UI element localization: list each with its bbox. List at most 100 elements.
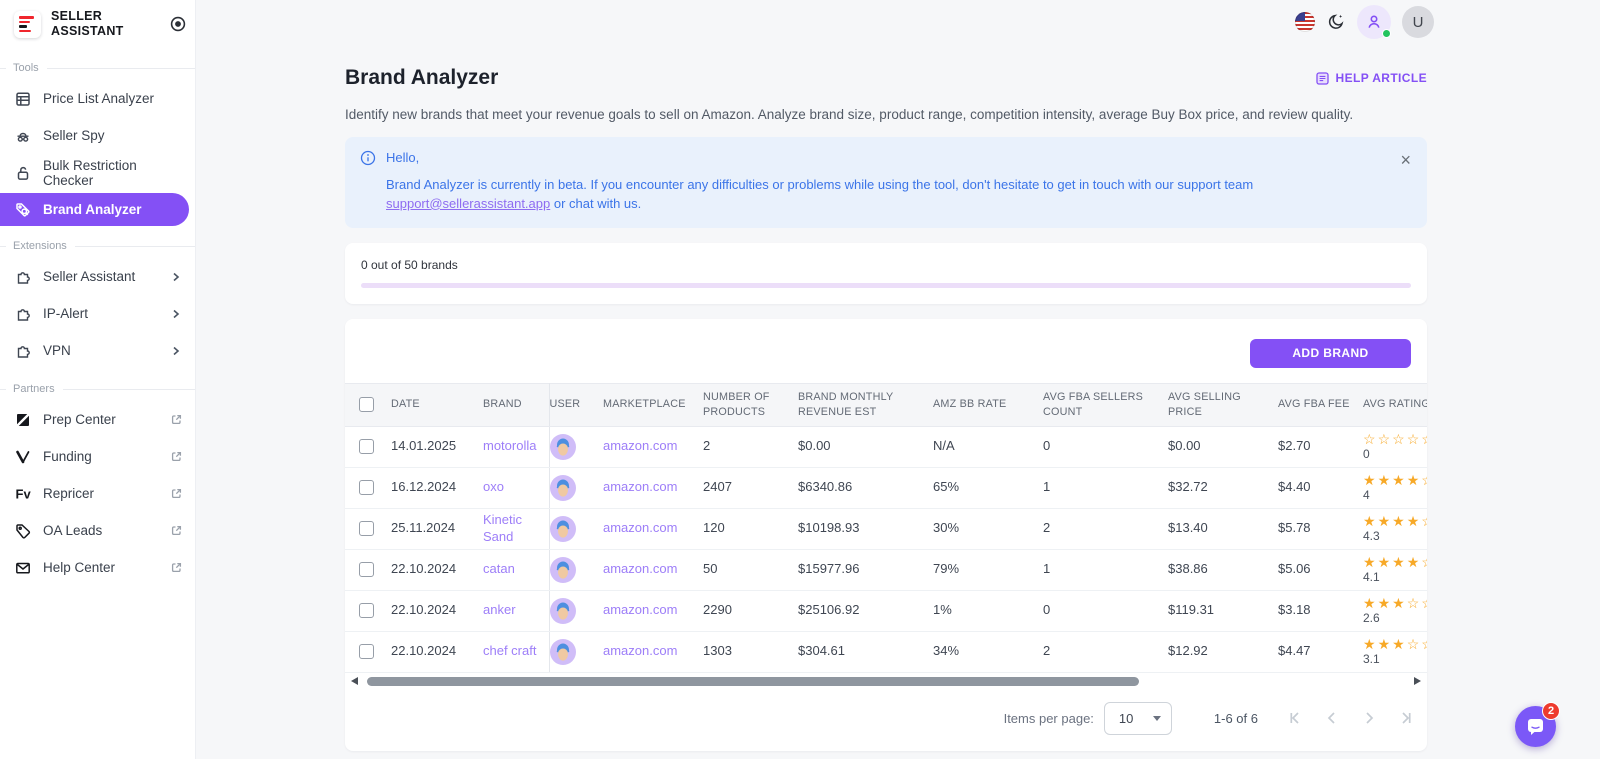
cell-products: 2407 bbox=[703, 467, 798, 509]
table-row: 14.01.2025 motorolla amazon.com 2 $0.00 … bbox=[345, 426, 1427, 468]
brand-link[interactable]: oxo bbox=[483, 479, 504, 494]
sidebar-item-brand-analyzer[interactable]: Brand Analyzer bbox=[0, 193, 189, 226]
main-content: Brand Analyzer HELP ARTICLE Identify new… bbox=[345, 0, 1427, 751]
sidebar-item-oa-leads[interactable]: OA Leads bbox=[0, 512, 195, 549]
select-all-checkbox[interactable] bbox=[359, 397, 374, 413]
brand-link[interactable]: Kinetic Sand bbox=[483, 512, 522, 543]
row-checkbox[interactable] bbox=[359, 644, 374, 660]
info-icon bbox=[360, 151, 376, 166]
marketplace-link[interactable]: amazon.com bbox=[603, 520, 677, 535]
sidebar-item-ip-alert[interactable]: IP-Alert bbox=[0, 295, 195, 332]
sidebar-item-price-list-analyzer[interactable]: Price List Analyzer bbox=[0, 80, 195, 117]
cell-rating: ★★★★☆ 4 bbox=[1363, 467, 1427, 509]
user-avatar[interactable]: U bbox=[1402, 6, 1434, 38]
cell-products: 120 bbox=[703, 508, 798, 550]
row-checkbox[interactable] bbox=[359, 562, 374, 578]
tag-icon bbox=[14, 522, 32, 540]
close-icon[interactable]: × bbox=[1400, 147, 1411, 173]
support-email-link[interactable]: support@sellerassistant.app bbox=[386, 196, 550, 211]
marketplace-link[interactable]: amazon.com bbox=[603, 643, 677, 658]
sidebar-item-label: Funding bbox=[43, 449, 92, 464]
brand-link[interactable]: catan bbox=[483, 561, 515, 576]
marketplace-link[interactable]: amazon.com bbox=[603, 561, 677, 576]
sidebar-item-label: Repricer bbox=[43, 486, 95, 501]
puzzle-icon bbox=[14, 342, 32, 360]
star-rating: ★★★★☆ bbox=[1363, 471, 1427, 488]
sidebar-item-prep-center[interactable]: Prep Center bbox=[0, 401, 195, 438]
sidebar-item-label: VPN bbox=[43, 343, 71, 358]
user-avatar-icon bbox=[549, 515, 576, 542]
chat-unread-badge: 2 bbox=[1542, 702, 1560, 720]
sidebar-item-vpn[interactable]: VPN bbox=[0, 332, 195, 369]
external-link-icon bbox=[170, 561, 183, 574]
sidebar-collapse-icon[interactable] bbox=[169, 15, 187, 33]
table-row: 22.10.2024 chef craft amazon.com 1303 $3… bbox=[345, 631, 1427, 673]
table-row: 16.12.2024 oxo amazon.com 2407 $6340.86 … bbox=[345, 467, 1427, 509]
cell-fba-sellers: 1 bbox=[1043, 549, 1168, 591]
cell-selling-price: $32.72 bbox=[1168, 467, 1278, 509]
marketplace-link[interactable]: amazon.com bbox=[603, 602, 677, 617]
language-flag-icon[interactable] bbox=[1295, 12, 1315, 32]
sidebar-item-repricer[interactable]: Fv Repricer bbox=[0, 475, 195, 512]
col-avg-fba-fee: AVG FBA FEE bbox=[1278, 382, 1363, 427]
row-checkbox[interactable] bbox=[359, 603, 374, 619]
online-status-dot bbox=[1382, 29, 1391, 38]
table-row: 25.11.2024 Kinetic Sand amazon.com 120 $… bbox=[345, 508, 1427, 550]
puzzle-icon bbox=[14, 268, 32, 286]
col-brand: BRAND bbox=[483, 382, 550, 427]
row-checkbox[interactable] bbox=[359, 480, 374, 496]
cell-rating: ★★★☆☆ 3.1 bbox=[1363, 631, 1427, 673]
brand-link[interactable]: chef craft bbox=[483, 643, 536, 658]
brand-link[interactable]: motorolla bbox=[483, 438, 536, 453]
horizontal-scrollbar bbox=[349, 675, 1423, 688]
sidebar-item-seller-spy[interactable]: Seller Spy bbox=[0, 117, 195, 154]
scroll-left-arrow[interactable] bbox=[351, 676, 358, 685]
section-label-partners: Partners bbox=[0, 383, 195, 395]
chat-bubble-icon bbox=[1528, 719, 1543, 735]
cell-bb-rate: N/A bbox=[933, 426, 1043, 468]
star-rating: ★★★☆☆ bbox=[1363, 594, 1427, 611]
scrollbar-thumb[interactable] bbox=[367, 676, 1139, 686]
add-brand-button[interactable]: ADD BRAND bbox=[1250, 338, 1411, 368]
sidebar-item-funding[interactable]: Funding bbox=[0, 438, 195, 475]
rating-value: 4 bbox=[1363, 488, 1370, 503]
sidebar-item-bulk-restriction-checker[interactable]: Bulk Restriction Checker bbox=[0, 154, 195, 191]
cell-date: 22.10.2024 bbox=[391, 631, 483, 673]
next-page-button[interactable] bbox=[1358, 707, 1380, 729]
cell-rating: ★★★★☆ 4.3 bbox=[1363, 508, 1427, 550]
user-avatar-icon bbox=[549, 556, 576, 583]
row-checkbox[interactable] bbox=[359, 439, 374, 455]
col-marketplace: MARKETPLACE bbox=[603, 382, 703, 427]
cell-revenue: $25106.92 bbox=[798, 590, 933, 632]
dark-mode-icon[interactable] bbox=[1326, 12, 1346, 32]
rating-value: 3.1 bbox=[1363, 652, 1380, 667]
marketplace-link[interactable]: amazon.com bbox=[603, 479, 677, 494]
sidebar-item-help-center[interactable]: Help Center bbox=[0, 549, 195, 586]
section-label-extensions: Extensions bbox=[0, 240, 195, 252]
row-checkbox[interactable] bbox=[359, 521, 374, 537]
cell-fba-sellers: 0 bbox=[1043, 590, 1168, 632]
brands-quota-label: 0 out of 50 brands bbox=[361, 257, 458, 272]
cell-rating: ★★★☆☆ 2.6 bbox=[1363, 590, 1427, 632]
external-link-icon bbox=[170, 487, 183, 500]
external-link-icon bbox=[170, 524, 183, 537]
sidebar-item-seller-assistant-ext[interactable]: Seller Assistant bbox=[0, 258, 195, 295]
items-per-page-select[interactable]: 10 bbox=[1103, 701, 1172, 735]
previous-page-button[interactable] bbox=[1321, 707, 1343, 729]
marketplace-link[interactable]: amazon.com bbox=[603, 438, 677, 453]
table-header-row: DATE BRAND USER MARKETPLACE NUMBER OF PR… bbox=[345, 382, 1427, 427]
brand-link[interactable]: anker bbox=[483, 602, 516, 617]
sidebar-item-label: Price List Analyzer bbox=[43, 91, 155, 106]
rating-value: 4.3 bbox=[1363, 529, 1380, 544]
cell-revenue: $6340.86 bbox=[798, 467, 933, 509]
last-page-button[interactable] bbox=[1395, 707, 1417, 729]
account-status-button[interactable] bbox=[1357, 5, 1391, 39]
chat-launcher[interactable]: 2 bbox=[1515, 702, 1560, 747]
article-icon bbox=[1315, 71, 1329, 85]
rating-value: 2.6 bbox=[1363, 611, 1380, 626]
scroll-right-arrow[interactable] bbox=[1414, 676, 1421, 685]
first-page-button[interactable] bbox=[1284, 707, 1306, 729]
col-avg-selling-price: AVG SELLING PRICE bbox=[1168, 382, 1278, 427]
sidebar: SELLER ASSISTANT Tools Price List Analyze… bbox=[0, 0, 196, 759]
help-article-link[interactable]: HELP ARTICLE bbox=[1315, 71, 1427, 86]
